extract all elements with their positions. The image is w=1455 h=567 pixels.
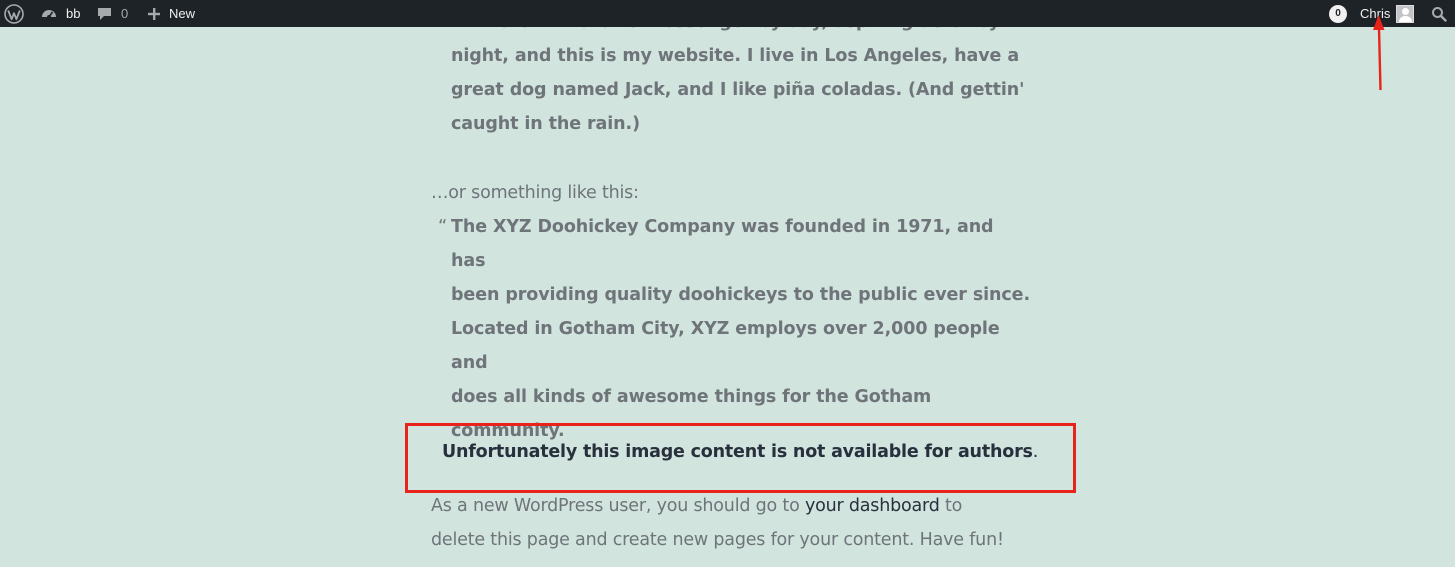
admin-bar: bb 0 New 0 Chris — [0, 0, 1455, 27]
paragraph-text: As a new WordPress user, you should go t… — [431, 496, 805, 516]
dashboard-link[interactable]: your dashboard — [805, 496, 940, 516]
site-name: bb — [66, 6, 81, 21]
blockquote-company: The XYZ Doohickey Company was founded in… — [451, 210, 1031, 448]
blockquote-line: been providing quality doohickeys to the… — [451, 285, 1030, 305]
blockquote-line: The XYZ Doohickey Company was founded in… — [451, 217, 994, 271]
new-content-menu[interactable]: New — [147, 0, 195, 27]
blockquote-line: great dog named Jack, and I like piña co… — [451, 80, 1025, 100]
annotation-arrow-icon — [1373, 15, 1385, 91]
plus-icon — [147, 7, 161, 21]
comments-menu[interactable]: 0 — [96, 0, 128, 27]
notification-badge: 0 — [1329, 4, 1347, 23]
paragraph-text: delete this page and create new pages fo… — [431, 530, 1004, 550]
search-icon[interactable] — [1431, 0, 1447, 27]
image-unavailable-notice: Unfortunately this image content is not … — [442, 435, 1038, 469]
site-menu[interactable]: bb — [40, 0, 80, 27]
notice-period: . — [1032, 442, 1039, 462]
comments-count: 0 — [121, 6, 129, 21]
blockquote-line: caught in the rain.) — [451, 114, 640, 134]
blockquote-line: Located in Gotham City, XYZ employs over… — [451, 319, 1000, 373]
dashboard-icon — [40, 5, 58, 23]
notifications-menu[interactable]: 0 — [1329, 0, 1347, 27]
comment-bubble-icon — [96, 5, 113, 22]
paragraph-text: to — [939, 496, 963, 516]
page-content: Hi there! I'm a bike messenger by day, a… — [0, 0, 1455, 567]
notice-message: Unfortunately this image content is not … — [442, 442, 1033, 462]
new-label: New — [169, 6, 196, 21]
blockquote-line: night, and this is my website. I live in… — [451, 46, 1020, 66]
wordpress-logo-icon[interactable] — [4, 0, 24, 27]
avatar — [1396, 4, 1415, 23]
intro-paragraph: …or something like this: — [431, 183, 639, 203]
blockquote-line: does all kinds of awesome things for the… — [451, 387, 932, 407]
dashboard-paragraph: As a new WordPress user, you should go t… — [431, 489, 1031, 557]
quote-mark: “ — [438, 216, 448, 237]
